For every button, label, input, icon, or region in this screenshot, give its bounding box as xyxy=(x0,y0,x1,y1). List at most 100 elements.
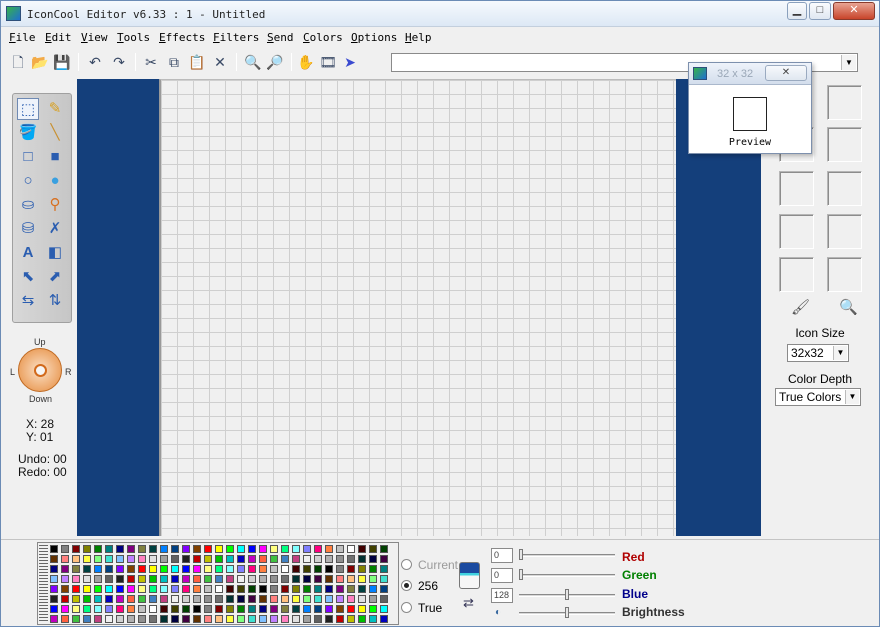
palette-swatch[interactable] xyxy=(116,555,124,563)
paste-icon[interactable]: 📋 xyxy=(187,52,207,72)
palette-swatch[interactable] xyxy=(182,605,190,613)
palette-swatch[interactable] xyxy=(127,595,135,603)
icon-slot[interactable] xyxy=(779,257,814,292)
palette-swatch[interactable] xyxy=(72,585,80,593)
palette-swatch[interactable] xyxy=(50,615,58,623)
palette-swatch[interactable] xyxy=(237,605,245,613)
palette-swatch[interactable] xyxy=(336,565,344,573)
palette-swatch[interactable] xyxy=(61,565,69,573)
blue-slider[interactable] xyxy=(519,589,615,600)
red-slider-thumb[interactable] xyxy=(519,549,523,560)
rotate-icon[interactable]: ⬉ xyxy=(17,266,39,288)
palette-swatch[interactable] xyxy=(215,585,223,593)
palette-swatch[interactable] xyxy=(369,605,377,613)
palette-swatch[interactable] xyxy=(314,585,322,593)
palette-swatch[interactable] xyxy=(336,585,344,593)
palette-swatch[interactable] xyxy=(336,615,344,623)
select-rect-icon[interactable]: ⬚ xyxy=(17,98,39,120)
redo-icon[interactable]: ↷ xyxy=(109,52,129,72)
palette-swatch[interactable] xyxy=(248,575,256,583)
pointer-icon[interactable]: ➤ xyxy=(340,52,360,72)
line-icon[interactable]: ╲ xyxy=(44,122,66,144)
palette-swatch[interactable] xyxy=(127,585,135,593)
red-value[interactable]: 0 xyxy=(491,548,513,563)
palette-swatch[interactable] xyxy=(259,565,267,573)
palette-swatch[interactable] xyxy=(380,615,388,623)
icon-size-select[interactable]: 32x32 ▼ xyxy=(787,344,849,362)
magic-wand-icon[interactable]: ✗ xyxy=(44,218,66,240)
palette-swatch[interactable] xyxy=(292,575,300,583)
menu-effects[interactable]: Effects xyxy=(159,31,205,44)
palette-swatch[interactable] xyxy=(226,605,234,613)
palette-swatch[interactable] xyxy=(358,615,366,623)
palette-swatch[interactable] xyxy=(358,555,366,563)
palette-swatch[interactable] xyxy=(314,605,322,613)
cut-icon[interactable]: ✂ xyxy=(141,52,161,72)
palette-swatch[interactable] xyxy=(303,595,311,603)
palette-swatch[interactable] xyxy=(94,605,102,613)
palette-swatch[interactable] xyxy=(347,585,355,593)
palette-swatch[interactable] xyxy=(193,565,201,573)
palette-swatch[interactable] xyxy=(358,565,366,573)
palette-swatch[interactable] xyxy=(347,605,355,613)
palette-swatch[interactable] xyxy=(215,595,223,603)
palette-swatch[interactable] xyxy=(105,585,113,593)
palette-swatch[interactable] xyxy=(138,615,146,623)
new-icon[interactable]: 🗋 xyxy=(8,52,28,72)
chevron-down-icon[interactable]: ▼ xyxy=(845,390,859,404)
palette-swatch[interactable] xyxy=(314,565,322,573)
palette-swatch[interactable] xyxy=(160,575,168,583)
palette-swatch[interactable] xyxy=(226,555,234,563)
palette-swatch[interactable] xyxy=(336,575,344,583)
preview-title-bar[interactable]: 32 x 32 ✕ xyxy=(689,63,811,85)
palette-swatch[interactable] xyxy=(325,605,333,613)
palette-swatch[interactable] xyxy=(270,555,278,563)
palette-swatch[interactable] xyxy=(160,565,168,573)
delete-icon[interactable]: ✕ xyxy=(210,52,230,72)
palette-swatch[interactable] xyxy=(171,575,179,583)
rect-filled-icon[interactable]: ■ xyxy=(44,146,66,168)
red-slider[interactable] xyxy=(519,549,615,560)
palette-swatch[interactable] xyxy=(182,565,190,573)
palette-swatch[interactable] xyxy=(149,595,157,603)
palette-swatch[interactable] xyxy=(237,565,245,573)
palette-swatch[interactable] xyxy=(215,555,223,563)
palette-swatch[interactable] xyxy=(94,575,102,583)
palette-swatch[interactable] xyxy=(314,545,322,553)
menu-file[interactable]: File xyxy=(9,31,36,44)
palette-swatch[interactable] xyxy=(380,595,388,603)
palette-swatch[interactable] xyxy=(116,545,124,553)
palette-swatch[interactable] xyxy=(303,575,311,583)
palette-swatch[interactable] xyxy=(171,545,179,553)
blue-slider-thumb[interactable] xyxy=(565,589,569,600)
palette-swatch[interactable] xyxy=(303,585,311,593)
palette-swatch[interactable] xyxy=(325,575,333,583)
palette-swatch[interactable] xyxy=(281,615,289,623)
icon-slot[interactable] xyxy=(827,127,862,162)
palette-swatch[interactable] xyxy=(160,545,168,553)
palette-swatch[interactable] xyxy=(369,595,377,603)
palette-swatch[interactable] xyxy=(248,545,256,553)
palette-swatch[interactable] xyxy=(292,555,300,563)
palette-swatch[interactable] xyxy=(314,615,322,623)
palette-swatch[interactable] xyxy=(61,555,69,563)
color-palette[interactable] xyxy=(37,542,399,625)
palette-swatch[interactable] xyxy=(182,555,190,563)
film-icon[interactable]: 🎞 xyxy=(318,52,338,72)
palette-swatch[interactable] xyxy=(138,585,146,593)
palette-swatch[interactable] xyxy=(237,545,245,553)
palette-swatch[interactable] xyxy=(336,595,344,603)
palette-swatch[interactable] xyxy=(50,565,58,573)
pencil-icon[interactable]: ✎ xyxy=(44,98,66,120)
palette-swatch[interactable] xyxy=(380,555,388,563)
palette-swatch[interactable] xyxy=(127,575,135,583)
palette-swatch[interactable] xyxy=(226,565,234,573)
palette-swatch[interactable] xyxy=(369,545,377,553)
palette-swatch[interactable] xyxy=(193,615,201,623)
palette-swatch[interactable] xyxy=(259,595,267,603)
palette-swatch[interactable] xyxy=(72,575,80,583)
nav-center-icon[interactable] xyxy=(34,364,47,377)
palette-swatch[interactable] xyxy=(347,545,355,553)
palette-swatch[interactable] xyxy=(325,615,333,623)
palette-swatch[interactable] xyxy=(171,555,179,563)
